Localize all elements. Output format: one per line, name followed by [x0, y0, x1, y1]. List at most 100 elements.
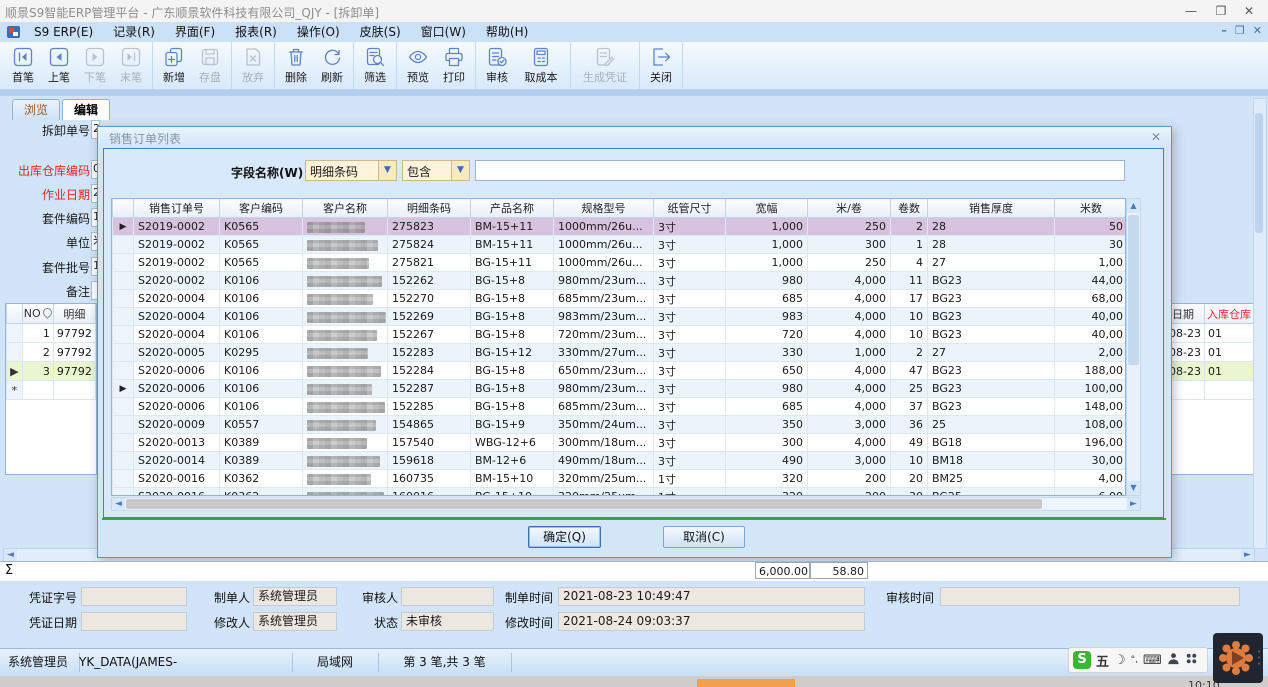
column-header[interactable]: 纸管尺寸 [654, 199, 726, 218]
scroll-down-icon[interactable]: ▼ [1127, 481, 1140, 495]
column-header-barcode[interactable]: 明细 [53, 304, 95, 324]
customer-name-redacted [307, 312, 386, 323]
table-row[interactable]: S2019-0002K0565275824BM-15+111000mm/26u.… [113, 236, 1127, 254]
column-header[interactable]: 米/卷 [808, 199, 891, 218]
customer-name-redacted [307, 456, 380, 467]
column-header[interactable]: 米数 [1055, 199, 1127, 218]
table-row[interactable]: S2020-0004K0106152269BG-15+8983mm/23um..… [113, 308, 1127, 326]
first-record-button[interactable]: 首笔 [5, 42, 41, 89]
chevron-down-icon[interactable]: ▼ [451, 161, 469, 180]
prev-record-button[interactable]: 上笔 [41, 42, 77, 89]
cell: K0106 [220, 326, 303, 344]
cell: BG-15+11 [471, 254, 554, 272]
cell: 3寸 [654, 344, 726, 362]
table-row[interactable]: S2020-0005K0295152283BG-15+12330mm/27um.… [113, 344, 1127, 362]
column-header[interactable]: 规格型号 [554, 199, 654, 218]
tab-edit[interactable]: 编辑 [62, 99, 110, 120]
first-record-icon [12, 46, 34, 68]
table-row[interactable]: ▶S2019-0002K0565275823BM-15+111000mm/26u… [113, 218, 1127, 236]
filter-operator-combobox[interactable]: 包含 ▼ [402, 160, 470, 181]
main-vertical-scrollbar[interactable] [1253, 98, 1267, 549]
punctuation-icon[interactable]: °, [1131, 655, 1138, 665]
column-header[interactable]: 销售订单号 [134, 199, 220, 218]
table-row[interactable]: 197792 [7, 324, 96, 343]
column-header[interactable]: 明细条码 [388, 199, 471, 218]
menu-item[interactable]: 记录(R) [103, 22, 165, 42]
minimize-icon[interactable]: — [1176, 0, 1206, 22]
scrollbar-thumb[interactable] [1128, 215, 1139, 365]
filter-value-input[interactable] [475, 160, 1125, 181]
menu-item[interactable]: 操作(O) [287, 22, 350, 42]
person-icon[interactable] [1167, 652, 1180, 668]
table-row[interactable]: S2020-0013K0389157540WBG-12+6300mm/18um.… [113, 434, 1127, 452]
table-row[interactable]: S2020-0002K0106152262BG-15+8980mm/23um..… [113, 272, 1127, 290]
ok-button[interactable]: 确定(Q) [528, 526, 601, 548]
chevron-down-icon[interactable]: ▼ [378, 161, 396, 180]
column-header[interactable]: 销售厚度 [928, 199, 1055, 218]
cost-button[interactable]: 取成本 [515, 42, 567, 89]
column-header[interactable]: 客户名称 [303, 199, 388, 218]
delete-button[interactable]: 删除 [278, 42, 314, 89]
refresh-button[interactable]: 刷新 [314, 42, 350, 89]
restore-icon[interactable]: ❐ [1206, 0, 1236, 22]
scroll-up-icon[interactable]: ▲ [1127, 199, 1140, 213]
column-header-warehouse[interactable]: 入库仓库 [1204, 304, 1253, 324]
column-header[interactable]: 产品名称 [471, 199, 554, 218]
cell-warehouse: 01 [1204, 324, 1253, 343]
grid-horizontal-scrollbar[interactable]: ◄ ► [111, 497, 1141, 511]
sogou-input-icon[interactable]: S [1073, 651, 1091, 669]
grid-icon[interactable] [1185, 652, 1198, 668]
table-row[interactable]: ▶S2020-0006K0106152287BG-15+8980mm/23um.… [113, 380, 1127, 398]
recorder-app-icon[interactable]: ••• [1213, 633, 1263, 683]
preview-button[interactable]: 预览 [400, 42, 436, 89]
menu-item[interactable]: 窗口(W) [411, 22, 476, 42]
table-row[interactable]: S2020-0004K0106152267BG-15+8720mm/23um..… [113, 326, 1127, 344]
drag-handle-icon[interactable]: ••• [1257, 649, 1260, 667]
table-row[interactable]: S2019-0002K0565275821BG-15+111000mm/26u.… [113, 254, 1127, 272]
table-row[interactable]: 08-2301 [1162, 362, 1254, 381]
ime-mode-label[interactable]: 五 [1096, 651, 1109, 670]
new-button[interactable]: 新增 [156, 42, 192, 89]
cell: 980 [726, 272, 808, 290]
table-row[interactable]: S2020-0016K0362160016BG-15+10320mm/25um.… [113, 488, 1127, 497]
filter-button[interactable]: 筛选 [357, 42, 393, 89]
mdi-restore-icon[interactable]: ❐ [1235, 24, 1245, 37]
dialog-close-icon[interactable]: ✕ [1151, 130, 1161, 144]
filter-field-combobox[interactable]: 明细条码 ▼ [305, 160, 397, 181]
mdi-minimize-icon[interactable]: – [1221, 24, 1227, 37]
table-row[interactable]: 08-2301 [1162, 343, 1254, 362]
table-row[interactable]: 297792 [7, 343, 96, 362]
table-row[interactable]: ▶397792 [7, 362, 96, 381]
menu-item[interactable]: S9 ERP(E) [24, 22, 103, 42]
column-header-no[interactable]: NO [22, 304, 53, 324]
table-row[interactable]: S2020-0016K0362160735BM-15+10320mm/25um.… [113, 470, 1127, 488]
keyboard-icon[interactable]: ⌨ [1143, 653, 1162, 668]
exit-button[interactable]: 关闭 [643, 42, 679, 89]
table-row[interactable]: S2020-0006K0106152285BG-15+8685mm/23um..… [113, 398, 1127, 416]
menu-item[interactable]: 报表(R) [225, 22, 287, 42]
table-row[interactable]: 08-2301 [1162, 324, 1254, 343]
tab-browse[interactable]: 浏览 [12, 99, 60, 120]
column-header[interactable]: 客户编码 [220, 199, 303, 218]
new-row[interactable]: * [7, 381, 96, 400]
table-row[interactable]: S2020-0014K0389159618BM-12+6490mm/18um..… [113, 452, 1127, 470]
grid-vertical-scrollbar[interactable]: ▲ ▼ [1126, 198, 1141, 496]
menu-item[interactable]: 帮助(H) [476, 22, 538, 42]
mdi-close-icon[interactable]: ✕ [1253, 24, 1262, 37]
scroll-right-icon[interactable]: ► [1127, 498, 1140, 510]
close-icon[interactable]: ✕ [1234, 0, 1264, 22]
cell: S2020-0016 [134, 488, 220, 497]
moon-icon[interactable]: ☽ [1114, 653, 1126, 668]
table-row[interactable]: S2020-0006K0106152284BG-15+8650mm/23um..… [113, 362, 1127, 380]
scroll-left-icon[interactable]: ◄ [112, 498, 125, 510]
menu-item[interactable]: 界面(F) [165, 22, 225, 42]
cancel-button[interactable]: 取消(C) [663, 526, 745, 548]
print-button[interactable]: 打印 [436, 42, 472, 89]
column-header[interactable]: 宽幅 [726, 199, 808, 218]
table-row[interactable]: S2020-0004K0106152270BG-15+8685mm/23um..… [113, 290, 1127, 308]
scrollbar-thumb[interactable] [126, 499, 1042, 509]
table-row[interactable]: S2020-0009K0557154865BG-15+9350mm/24um..… [113, 416, 1127, 434]
column-header[interactable]: 卷数 [891, 199, 928, 218]
menu-item[interactable]: 皮肤(S) [350, 22, 411, 42]
audit-button[interactable]: 审核 [479, 42, 515, 89]
